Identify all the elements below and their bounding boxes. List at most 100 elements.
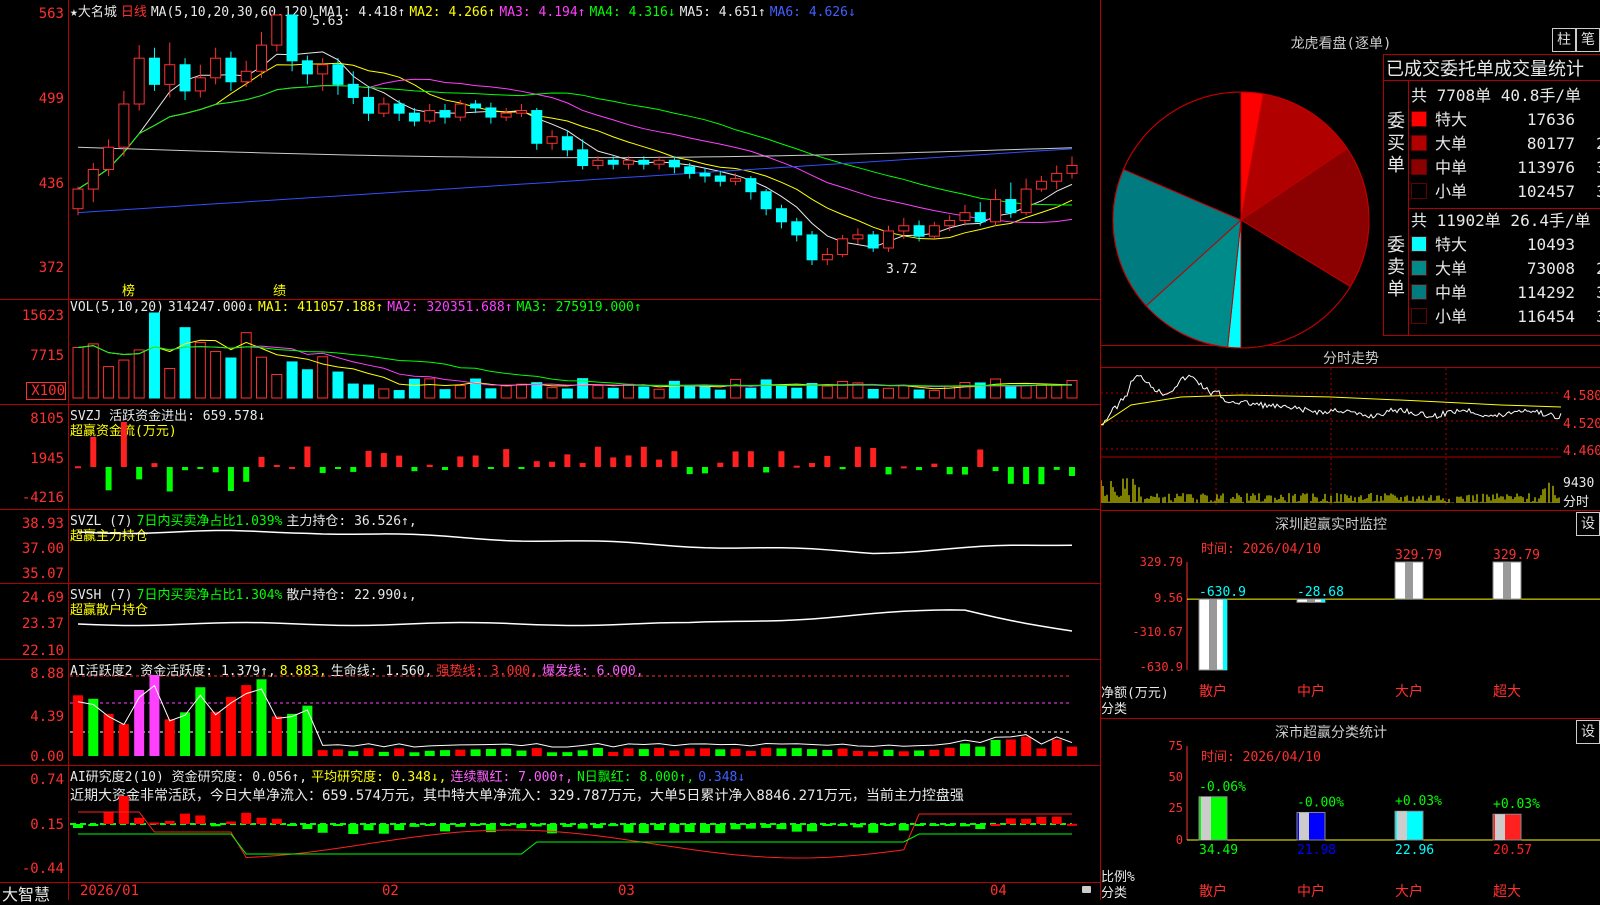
bar-pct-label: 34.49 — [1199, 843, 1238, 858]
research-bar — [134, 817, 145, 824]
activity-bar — [638, 749, 649, 756]
ai-research-panel[interactable]: 0.74 0.15 -0.44 AI研究度2(10) 资金研究度: 0.056↑… — [0, 766, 1100, 882]
kline-panel[interactable]: 563 499 436 372 ★大名城 日线 MA(5,10,20,30,60,1… — [0, 0, 1100, 300]
vol-bar — [179, 327, 191, 399]
candle-body — [668, 159, 680, 168]
vol-bar — [118, 359, 130, 399]
vol-bar — [454, 385, 466, 399]
activity-bar — [944, 747, 955, 756]
activity-bar — [699, 748, 710, 756]
research-line-green — [78, 833, 1072, 855]
vol-bar — [653, 388, 665, 399]
ma-line — [77, 78, 1073, 223]
longhu-panel: 龙虎看盘(逐单) 柱 笔 已成交委托单成交量统计 委买单 共 7708单 40.… — [1101, 0, 1600, 349]
activity-bar — [1005, 739, 1016, 756]
research-bar — [531, 824, 542, 827]
svsh-panel[interactable]: 24.69 23.37 22.10 SVSH (7) 7日内买卖净占比1.304%… — [0, 584, 1100, 660]
activity-bar — [485, 749, 496, 756]
activity-bar — [883, 749, 894, 756]
vol-bar — [821, 385, 833, 399]
x-label: 2026/01 — [80, 883, 140, 899]
bar-stripe — [1223, 599, 1227, 670]
activity-bar — [455, 749, 466, 756]
stat-pct: 6% — [1575, 110, 1600, 129]
research-bar — [638, 824, 649, 834]
research-bar — [654, 824, 665, 831]
svzl-panel[interactable]: 38.93 37.00 35.07 SVZL (7) 7日内买卖净占比1.039%… — [0, 510, 1100, 584]
activity-bar — [180, 712, 191, 756]
vol-bar — [699, 386, 711, 399]
svsh-chart[interactable] — [0, 584, 1100, 660]
stats-title: 已成交委托单成交量统计 — [1386, 59, 1584, 80]
activity-bar — [898, 751, 909, 756]
vol-bar — [363, 384, 375, 399]
stat-value: 17636 — [1526, 110, 1575, 129]
stat-value: 73008 — [1526, 259, 1575, 278]
vol-bar — [928, 390, 940, 399]
bar-value-label: -630.9 — [1199, 585, 1246, 600]
flow-bar — [258, 456, 265, 467]
vol-bar — [72, 346, 84, 399]
bar-category-label: 中户 — [1297, 883, 1325, 900]
candle-body — [363, 96, 375, 114]
bar-pct-label: 21.98 — [1297, 843, 1336, 858]
fenshi-chart[interactable] — [1101, 345, 1600, 510]
vol-bar — [133, 349, 145, 399]
candle-body — [240, 70, 252, 83]
svzj-panel[interactable]: 8105 1945 -4216 SVZJ 活跃资金进出: 659.578↓ 超赢… — [0, 405, 1100, 510]
research-bar — [745, 824, 756, 829]
activity-bar — [990, 739, 1001, 756]
ai-activity-chart[interactable] — [0, 660, 1100, 766]
tick-mode-button[interactable]: 笔 — [1576, 28, 1600, 52]
research-bar — [1067, 823, 1077, 826]
research-bar — [883, 824, 894, 826]
ai-activity-panel[interactable]: 8.88 4.39 0.00 AI活跃度2 资金活跃度: 1.379↑, 8.88… — [0, 660, 1100, 766]
candle-body — [577, 149, 589, 167]
research-bar — [837, 824, 848, 827]
candle-body — [944, 219, 956, 227]
stat-pct: 37% — [1575, 307, 1600, 326]
activity-bar — [317, 750, 328, 756]
ai-research-chart[interactable] — [0, 766, 1100, 882]
flow-bar — [319, 467, 326, 473]
activity-bar — [501, 748, 512, 756]
candle-body — [1051, 172, 1063, 182]
stat-pct: 26% — [1575, 134, 1600, 153]
bar-category-label: 中户 — [1297, 683, 1325, 700]
bar-mode-button[interactable]: 柱 — [1552, 28, 1576, 52]
activity-bar — [440, 750, 451, 756]
kline-chart[interactable] — [0, 0, 1100, 300]
flow-bar — [961, 467, 968, 475]
flow-bar — [1069, 467, 1075, 476]
research-bar — [959, 824, 970, 827]
activity-bar — [715, 749, 726, 756]
activity-bar — [975, 746, 986, 756]
swatch-icon — [1411, 260, 1427, 276]
vol-chart[interactable] — [0, 300, 1100, 405]
activity-bar — [623, 748, 634, 756]
svzl-chart[interactable] — [0, 510, 1100, 584]
sz-monitor-xlabel: 分类 — [1101, 702, 1128, 717]
flow-bar — [396, 455, 403, 467]
stat-name: 特大 — [1435, 110, 1468, 129]
fenshi-panel[interactable]: 分时走势 4.580 4.520 4.460 9430 分时 — [1101, 345, 1600, 511]
candle-body — [806, 234, 818, 261]
bar-category-label: 超大 — [1493, 884, 1521, 900]
stat-row-sell: 小单 11645437% — [1411, 303, 1600, 327]
research-bar — [164, 821, 175, 824]
flow-bar — [931, 463, 938, 467]
svzj-chart[interactable] — [0, 405, 1100, 510]
lock-icon[interactable] — [1082, 886, 1091, 893]
fenshi-price-line — [1101, 374, 1562, 426]
stat-value: 10493 — [1526, 235, 1575, 254]
candle-body — [1020, 188, 1032, 214]
stat-value: 114292 — [1517, 283, 1575, 302]
flow-bar — [304, 446, 311, 467]
research-bar — [363, 824, 374, 831]
activity-bar — [195, 687, 206, 756]
bar-stripe — [1503, 562, 1511, 600]
candle-body — [623, 159, 635, 165]
research-bar — [195, 815, 206, 824]
vol-panel[interactable]: 15623 7715 X100 VOL(5,10,20) 314247.000↓ M… — [0, 300, 1100, 405]
activity-bar — [577, 750, 588, 756]
